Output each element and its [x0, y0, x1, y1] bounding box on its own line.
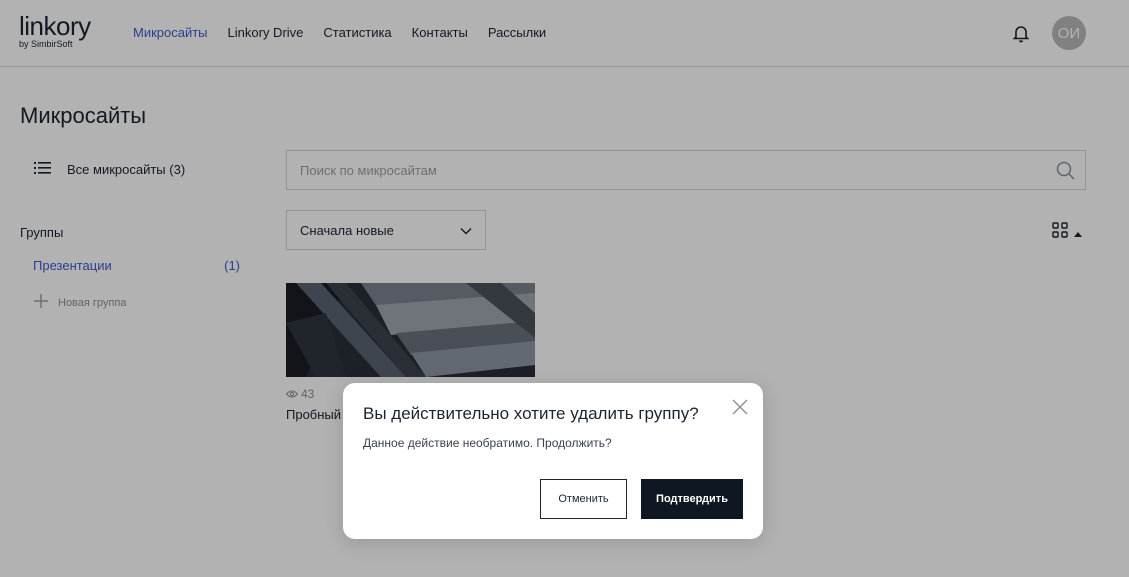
- confirm-button[interactable]: Подтвердить: [641, 479, 743, 519]
- close-icon[interactable]: [732, 399, 748, 415]
- dialog-message: Данное действие необратимо. Продолжить?: [363, 436, 612, 450]
- dialog-title: Вы действительно хотите удалить группу?: [363, 404, 699, 423]
- cancel-button[interactable]: Отменить: [540, 479, 627, 519]
- delete-group-dialog: Вы действительно хотите удалить группу? …: [343, 383, 763, 539]
